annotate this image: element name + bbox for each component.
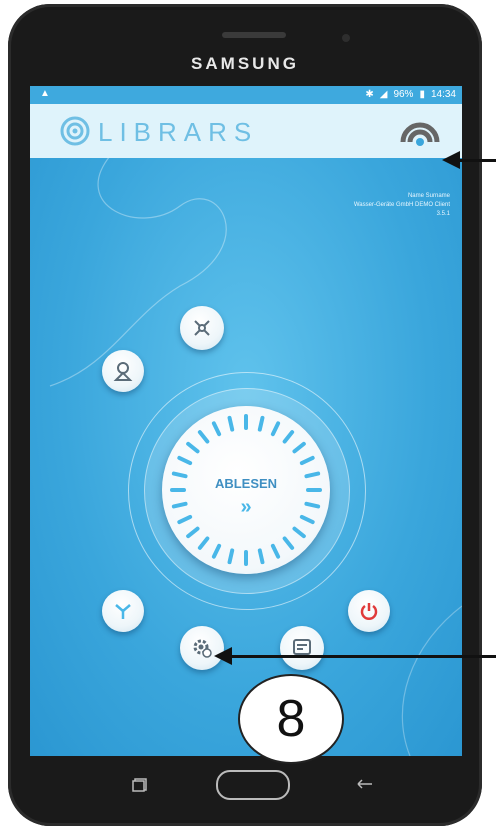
- dial-tick: [211, 543, 222, 559]
- dial-tick: [227, 415, 235, 432]
- app-logo-text: LIBRARS: [98, 117, 259, 147]
- dial-tick: [197, 536, 210, 550]
- recent-apps-icon: [132, 778, 147, 792]
- branch-button[interactable]: [102, 590, 144, 632]
- network-icon: [194, 320, 210, 336]
- battery-icon: ▮: [419, 89, 425, 100]
- callout-arrow-settings: [232, 655, 496, 658]
- company-name: Wasser-Geräte GmbH DEMO Client: [353, 202, 450, 208]
- bluetooth-icon: ✱: [365, 89, 374, 100]
- user-info: Name Surname Wasser-Geräte GmbH DEMO Cli…: [354, 192, 450, 219]
- callout-arrowhead-connection: [442, 151, 460, 169]
- callout-number-badge: 8: [238, 674, 344, 764]
- dial-tick: [270, 543, 281, 559]
- power-icon: [360, 603, 378, 620]
- dial-tick: [197, 430, 210, 444]
- battery-level: 96%: [393, 89, 414, 100]
- gear-icon: [193, 639, 212, 658]
- librars-logo-icon: [60, 116, 90, 146]
- dial-tick: [186, 526, 200, 539]
- dial-tick: [257, 548, 265, 565]
- clock: 14:34: [430, 89, 456, 100]
- meter-data-button[interactable]: [280, 626, 324, 670]
- dial-tick: [270, 421, 281, 437]
- dial-tick: [177, 455, 193, 466]
- dial-tick: [186, 441, 200, 454]
- back-button[interactable]: [356, 778, 374, 790]
- dial-tick: [292, 441, 306, 454]
- dial-tick: [257, 415, 265, 432]
- user-name: Name Surname: [407, 193, 450, 199]
- location-user-button[interactable]: [102, 350, 144, 392]
- home-button[interactable]: [216, 770, 290, 800]
- home-key-icon: [216, 770, 290, 800]
- app-header: LIBRARS: [30, 104, 462, 158]
- forward-arrows-icon: »: [240, 496, 252, 518]
- callout-arrowhead-settings: [214, 647, 232, 665]
- front-camera: [342, 34, 350, 42]
- device-brand: SAMSUNG: [191, 54, 299, 73]
- dial-tick: [211, 421, 222, 437]
- map-pin-user-icon: [113, 362, 133, 381]
- branch-icon: [115, 604, 131, 619]
- connection-status-icon[interactable]: [400, 112, 440, 148]
- dial-tick: [292, 526, 306, 539]
- status-bar: ▲ ✱ ◢ 96% ▮ 14:34: [30, 86, 462, 104]
- back-icon: [357, 779, 372, 789]
- power-button[interactable]: [348, 590, 390, 632]
- network-button[interactable]: [180, 306, 224, 350]
- dial-tick: [282, 430, 295, 444]
- recent-apps-button[interactable]: [132, 778, 148, 792]
- read-button-label: ABLESEN: [214, 476, 278, 491]
- app-version: 3.5.1: [436, 211, 450, 217]
- dial-tick: [282, 536, 295, 550]
- android-nav-bar: [30, 760, 462, 810]
- dial-tick: [299, 455, 315, 466]
- read-meter-button[interactable]: ABLESEN »: [162, 406, 330, 574]
- signal-icon: ◢: [379, 89, 388, 100]
- callout-arrow-connection: [460, 159, 496, 162]
- speaker-grille: [222, 32, 286, 38]
- dial-tick: [227, 548, 235, 565]
- warning-icon: ▲: [40, 88, 50, 99]
